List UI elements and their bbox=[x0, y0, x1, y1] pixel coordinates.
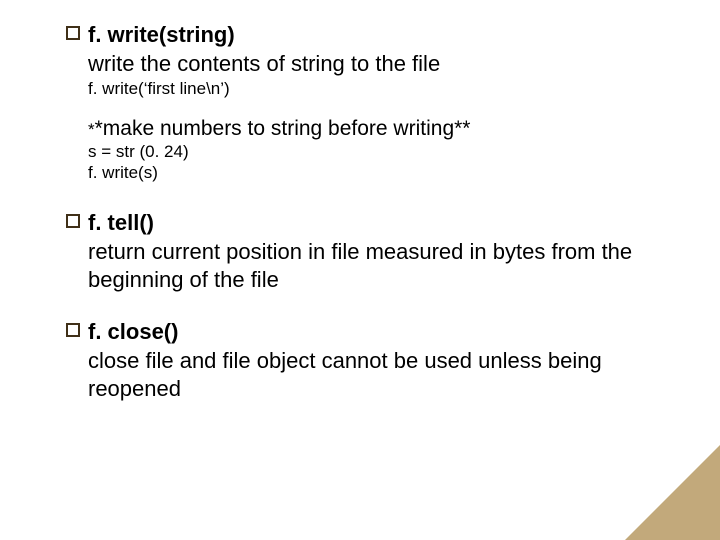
code-write-1: f. write(‘first line\n’) bbox=[88, 78, 660, 99]
desc-write: write the contents of string to the file bbox=[88, 50, 660, 78]
slide: f. write(string) write the contents of s… bbox=[0, 0, 720, 540]
desc-tell: return current position in file measured… bbox=[88, 238, 660, 293]
code-write-3: f. write(s) bbox=[88, 162, 660, 183]
slide-content: f. write(string) write the contents of s… bbox=[88, 22, 660, 428]
heading-close: f. close() bbox=[88, 319, 660, 345]
heading-write: f. write(string) bbox=[88, 22, 660, 48]
bullet-icon bbox=[66, 214, 80, 228]
heading-tell-text: f. tell() bbox=[88, 210, 154, 235]
heading-close-text: f. close() bbox=[88, 319, 178, 344]
corner-accent-icon bbox=[625, 445, 720, 540]
section-close: f. close() close file and file object ca… bbox=[88, 319, 660, 402]
bullet-icon bbox=[66, 323, 80, 337]
note-write: **make numbers to string before writing*… bbox=[88, 117, 660, 141]
bullet-icon bbox=[66, 26, 80, 40]
note-text: *make numbers to string before writing** bbox=[95, 117, 471, 140]
heading-tell: f. tell() bbox=[88, 210, 660, 236]
note-star: * bbox=[88, 120, 95, 139]
heading-write-text: f. write(string) bbox=[88, 22, 235, 47]
desc-close: close file and file object cannot be use… bbox=[88, 347, 660, 402]
code-write-2: s = str (0. 24) bbox=[88, 141, 660, 162]
section-tell: f. tell() return current position in fil… bbox=[88, 210, 660, 293]
section-write: f. write(string) write the contents of s… bbox=[88, 22, 660, 184]
